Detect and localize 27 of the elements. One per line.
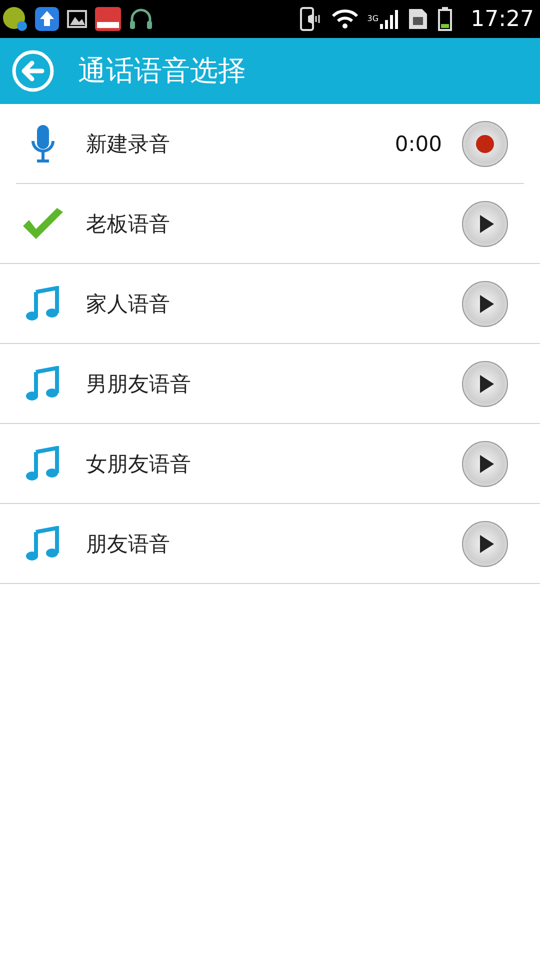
clock: 17:27 — [470, 6, 534, 32]
sim-card-icon — [406, 7, 429, 31]
play-button[interactable] — [462, 200, 508, 246]
app-icon — [94, 6, 122, 32]
app-icon — [2, 6, 28, 32]
upload-icon — [34, 6, 60, 32]
list-item-label[interactable]: 老板语音 — [86, 210, 462, 238]
signal-icon — [378, 8, 399, 30]
list-item-label[interactable]: 新建录音 — [86, 130, 395, 158]
recording-time: 0:00 — [394, 132, 442, 156]
play-button[interactable] — [462, 360, 508, 406]
headphones-icon — [128, 6, 154, 32]
play-button[interactable] — [462, 440, 508, 486]
list-item-label[interactable]: 女朋友语音 — [86, 450, 462, 478]
record-button[interactable] — [462, 120, 508, 166]
list-item-label[interactable]: 家人语音 — [86, 290, 462, 318]
wifi-icon — [331, 8, 360, 30]
network-type: 3G — [367, 14, 379, 23]
list-item-label[interactable]: 男朋友语音 — [86, 370, 462, 398]
list-item-label[interactable]: 朋友语音 — [86, 530, 462, 558]
play-button[interactable] — [462, 280, 508, 326]
play-button[interactable] — [462, 520, 508, 566]
page-title: 通话语音选择 — [78, 53, 246, 89]
battery-icon — [436, 6, 453, 32]
back-button[interactable] — [10, 48, 56, 94]
image-icon — [66, 8, 88, 30]
microphone-icon — [30, 122, 56, 164]
